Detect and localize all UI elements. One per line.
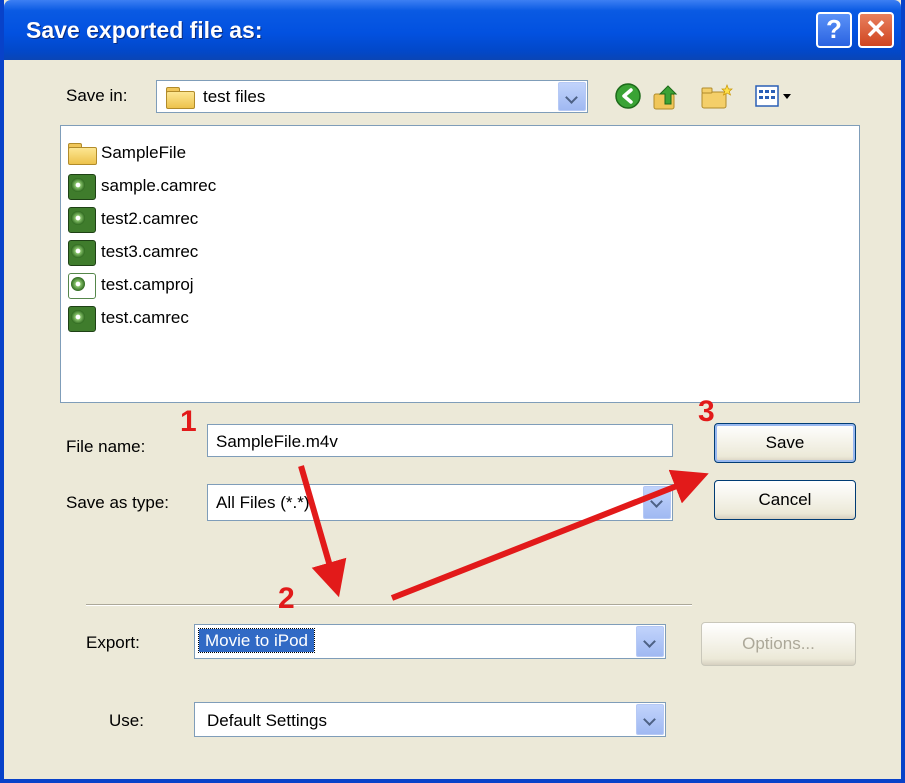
arrow-to-export [298, 465, 347, 598]
annotation-arrows [298, 465, 709, 601]
step-1-marker: 1 [180, 405, 197, 438]
step-2-marker: 2 [278, 582, 295, 615]
step-3-marker: 3 [698, 395, 715, 428]
arrow-to-save [390, 469, 709, 601]
save-dialog: Save exported file as: ? ✕ Save in: test… [0, 0, 905, 783]
